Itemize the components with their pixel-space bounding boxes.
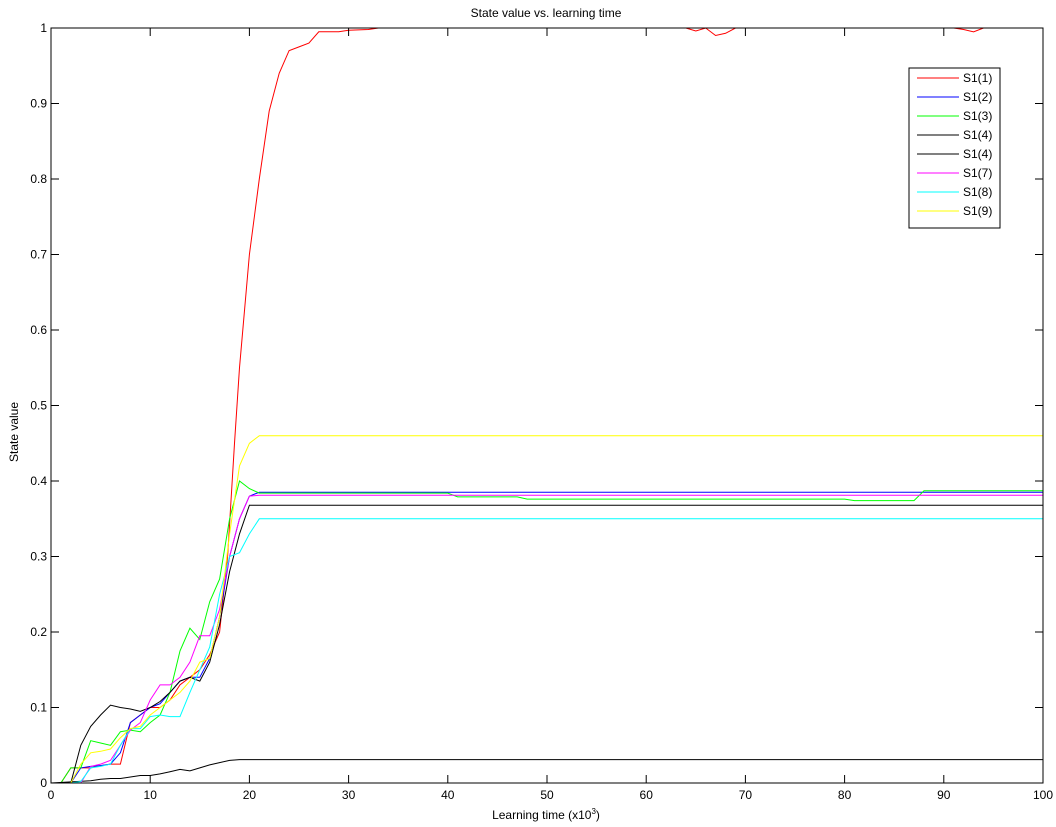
x-tick-label: 60 [640,788,654,802]
x-tick-label: 50 [540,788,554,802]
y-tick-label: 0.5 [30,399,47,413]
legend-label: S1(8) [963,185,992,199]
y-tick-label: 0.8 [30,172,47,186]
x-tick-label: 40 [441,788,455,802]
legend-label: S1(7) [963,166,992,180]
y-tick-label: 0.4 [30,474,47,488]
y-tick-label: 0.9 [30,97,47,111]
x-tick-label: 0 [48,788,55,802]
legend: S1(1) S1(2) S1(3) S1(4) S1(4) S1(7) S1(8) S1(9) [908,67,1001,229]
x-tick-label: 10 [144,788,158,802]
legend-label: S1(1) [963,71,992,85]
x-tick-label: 80 [838,788,852,802]
x-tick-label: 90 [937,788,951,802]
legend-label: S1(3) [963,109,992,123]
y-tick-label: 1 [40,21,47,35]
y-axis-label: State value [7,401,21,463]
legend-label: S1(9) [963,204,992,218]
y-tick-label: 0.6 [30,323,47,337]
x-tick-label: 30 [342,788,356,802]
x-tick-label: 100 [1033,788,1053,802]
y-tick-label: 0.2 [30,625,47,639]
y-tick-label: 0 [40,776,47,790]
x-axis-label-prefix: Learning time (x10 [492,808,592,822]
x-axis-label: Learning time (x103) [0,807,1056,822]
x-tick-label: 70 [739,788,753,802]
legend-label: S1(2) [963,90,992,104]
y-tick-label: 0.1 [30,701,47,715]
legend-label: S1(4) [963,147,992,161]
chart-title: State value vs. learning time [470,6,622,20]
x-tick-label: 20 [243,788,257,802]
y-tick-label: 0.3 [30,550,47,564]
y-tick-label: 0.7 [30,248,47,262]
x-axis-label-suffix: ) [595,808,600,822]
chart: 0 10 20 30 40 50 60 70 80 90 100 0 0.1 0.2 0.3 0.4 0.5 0.… [0,0,1056,827]
legend-label: S1(4) [963,128,992,142]
